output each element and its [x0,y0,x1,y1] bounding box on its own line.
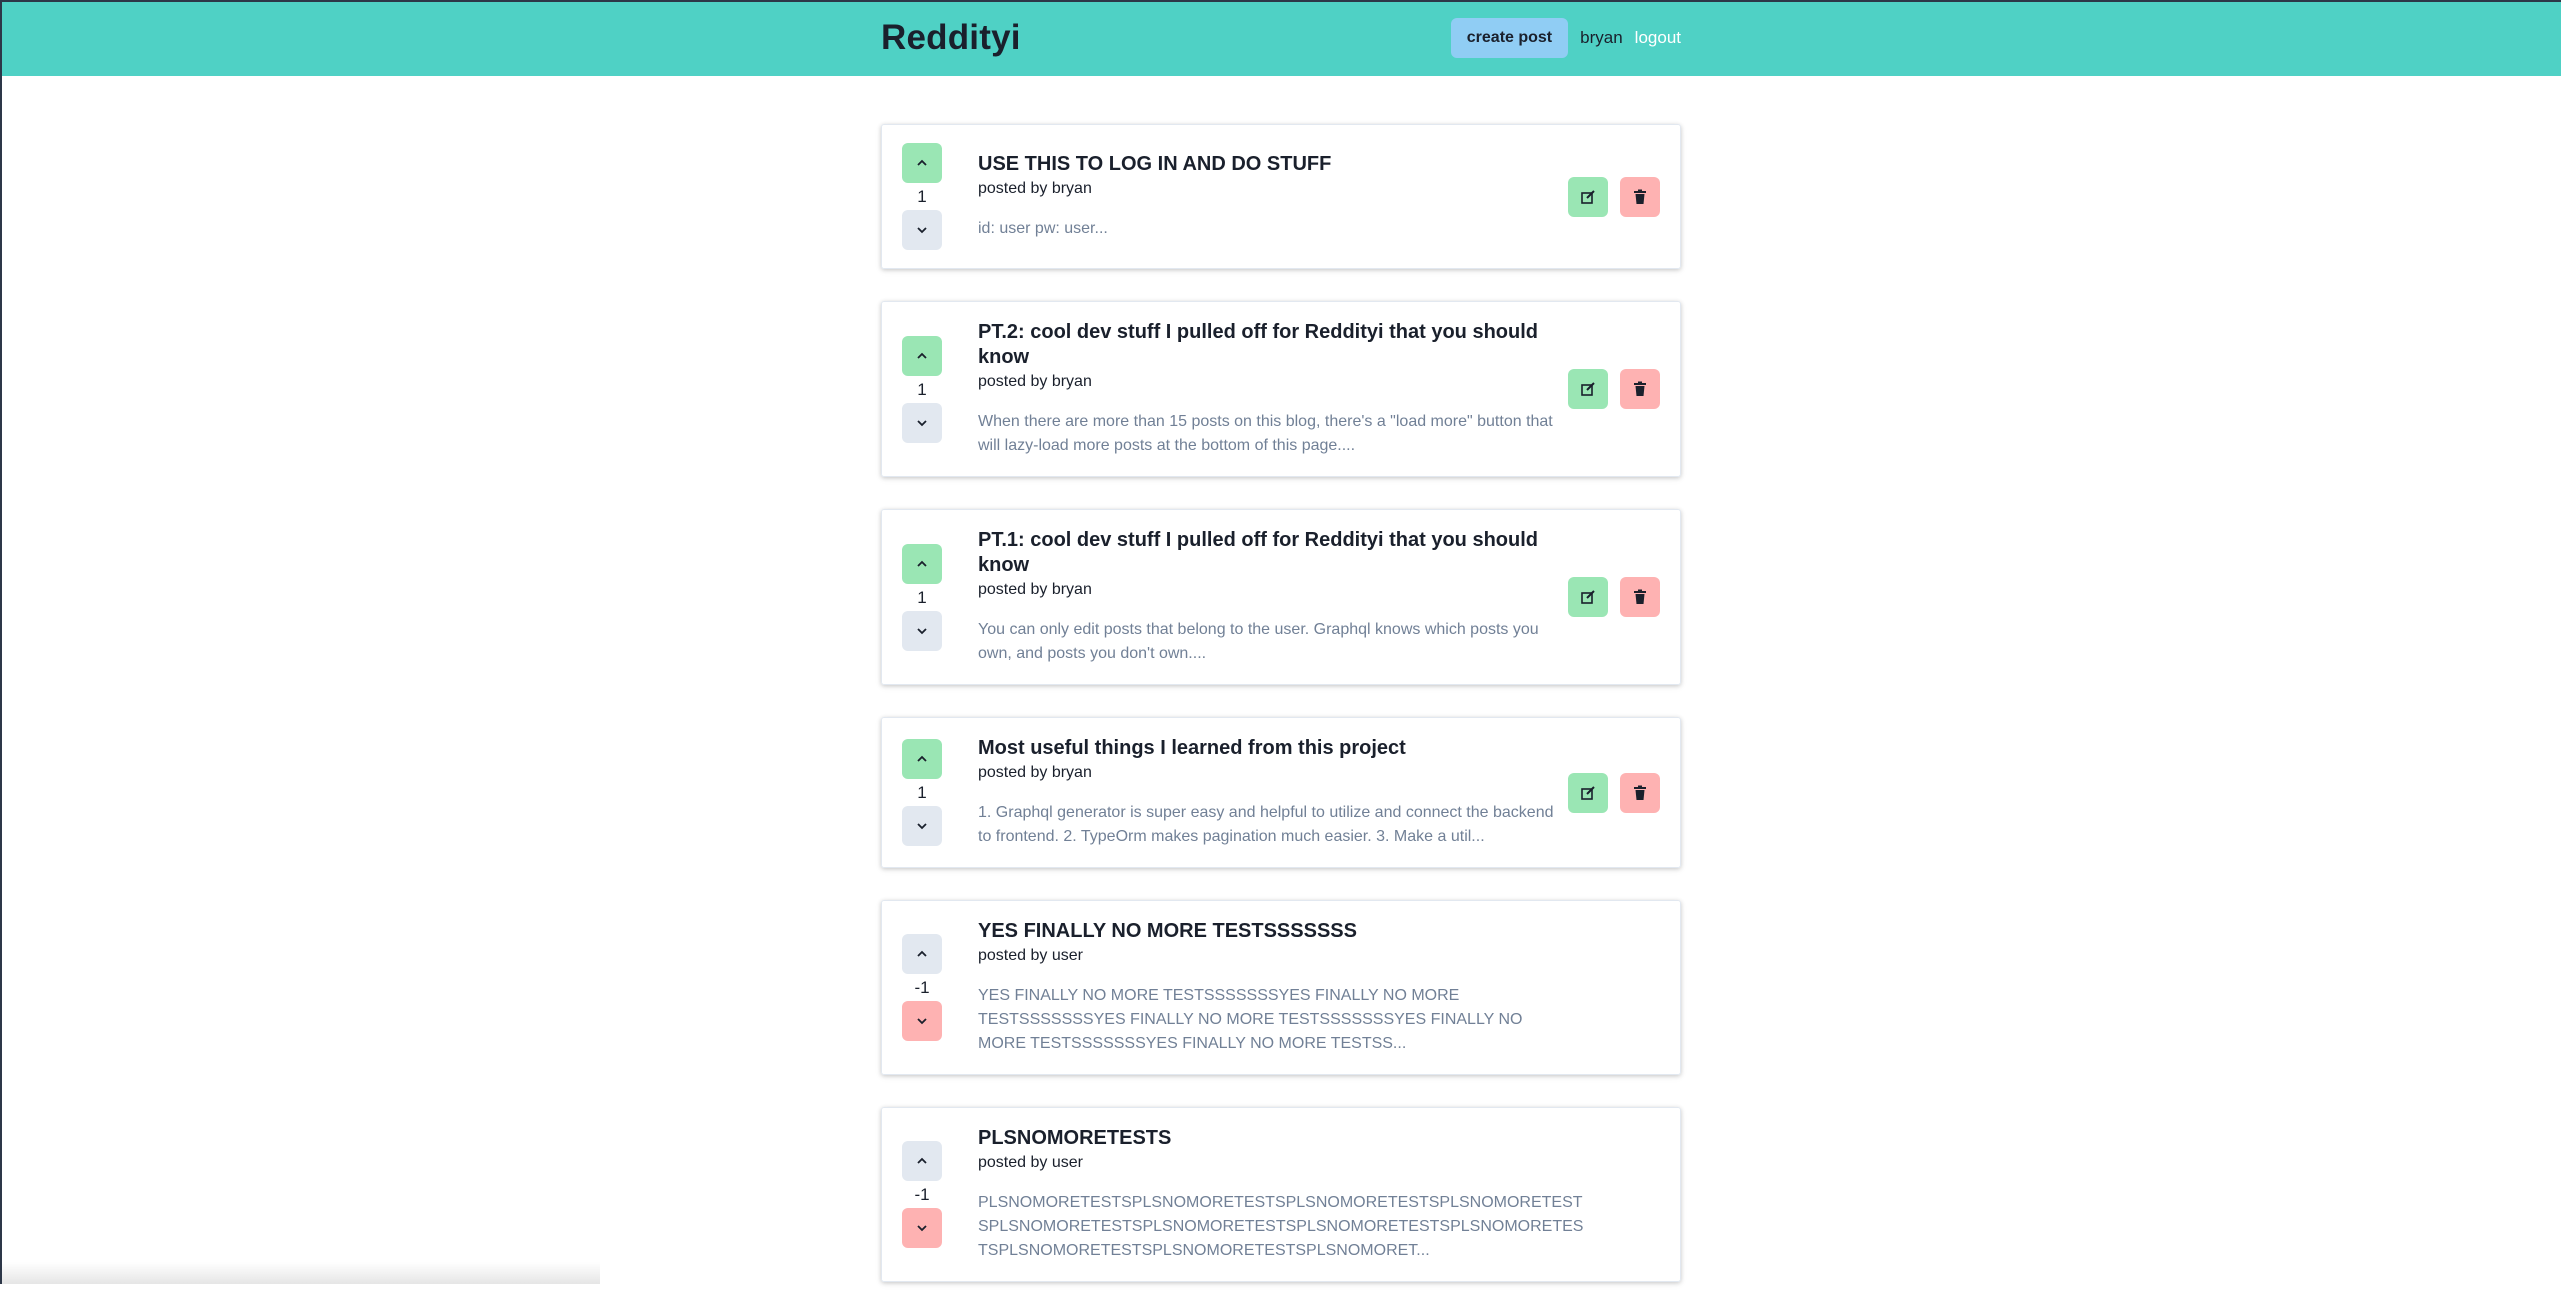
chevron-down-icon [917,823,927,830]
edit-icon [1581,189,1595,204]
post-author: posted by bryan [978,373,1092,390]
post-author: posted by user [978,947,1083,964]
upvote-button[interactable] [902,934,942,974]
delete-post-button[interactable] [1620,176,1660,217]
upvote-button[interactable] [902,335,942,376]
upvote-button[interactable] [902,1141,942,1181]
chevron-down-icon [917,627,927,634]
vote-section: 1 [902,143,942,250]
post-title[interactable]: YES FINALLY NO MORE TESTSSSSSSS [978,919,1660,944]
vote-section: 1 [902,739,942,846]
downvote-button[interactable] [902,210,942,250]
post-actions [1568,772,1660,813]
chevron-down-icon [917,1225,927,1232]
post-card: 1 Most useful things I learned from this… [881,717,1681,868]
chevron-down-icon [917,1018,927,1025]
post-snippet: When there are more than 15 posts on thi… [978,413,1553,454]
edit-post-button[interactable] [1568,577,1608,617]
post-snippet: id: user pw: user... [978,220,1108,237]
post-title[interactable]: Most useful things I learned from this p… [978,736,1558,761]
vote-count: 1 [917,379,927,399]
navbar-actions: create post bryan logout [1450,18,1681,58]
post-author: posted by bryan [978,581,1092,598]
trash-icon [1634,589,1646,604]
chevron-up-icon [917,755,927,762]
trash-icon [1634,785,1646,800]
vote-section: -1 [902,934,942,1041]
vote-count: 1 [917,587,927,607]
post-snippet: YES FINALLY NO MORE TESTSSSSSSSYES FINAL… [978,987,1523,1052]
chevron-up-icon [917,159,927,166]
post-author: posted by bryan [978,764,1092,781]
delete-post-button[interactable] [1620,577,1660,617]
vote-section: 1 [902,335,942,443]
post-card: -1 PLSNOMORETESTS posted by user PLSNOMO… [881,1107,1681,1282]
downvote-button[interactable] [902,1208,942,1248]
vote-count: -1 [914,1185,930,1204]
upvote-button[interactable] [902,143,942,183]
post-title[interactable]: PLSNOMORETESTS [978,1126,1660,1151]
post-snippet: 1. Graphql generator is super easy and h… [978,804,1554,845]
create-post-button[interactable]: create post [1450,18,1569,58]
chevron-down-icon [917,419,927,426]
post-card: -1 YES FINALLY NO MORE TESTSSSSSSS poste… [881,900,1681,1075]
post-content: PT.1: cool dev stuff I pulled off for Re… [978,528,1558,666]
downvote-button[interactable] [902,402,942,443]
upvote-button[interactable] [902,739,942,779]
post-actions [1568,176,1660,217]
chevron-up-icon [917,560,927,567]
post-feed: 1 USE THIS TO LOG IN AND DO STUFF posted… [881,124,1681,1314]
navbar: Reddityi create post bryan logout [0,0,2561,76]
post-title[interactable]: USE THIS TO LOG IN AND DO STUFF [978,152,1558,177]
delete-post-button[interactable] [1620,772,1660,813]
navbar-inner: Reddityi create post bryan logout [881,0,1681,76]
username-label: bryan [1580,28,1623,47]
downvote-button[interactable] [902,1001,942,1041]
post-content: PT.2: cool dev stuff I pulled off for Re… [978,320,1558,458]
bottom-shadow [0,1262,600,1284]
post-snippet: You can only edit posts that belong to t… [978,621,1539,662]
downvote-button[interactable] [902,806,942,846]
post-snippet: PLSNOMORETESTSPLSNOMORETESTSPLSNOMORETES… [978,1194,1584,1259]
edit-icon [1581,785,1595,800]
edit-post-button[interactable] [1568,176,1608,217]
post-author: posted by user [978,1154,1083,1171]
post-title[interactable]: PT.2: cool dev stuff I pulled off for Re… [978,320,1558,370]
vote-count: 1 [917,187,927,206]
vote-section: 1 [902,543,942,651]
post-content: USE THIS TO LOG IN AND DO STUFF posted b… [978,152,1558,241]
post-card: 1 PT.2: cool dev stuff I pulled off for … [881,301,1681,477]
post-content: YES FINALLY NO MORE TESTSSSSSSS posted b… [978,919,1660,1056]
brand-logo[interactable]: Reddityi [881,18,1021,58]
upvote-button[interactable] [902,543,942,584]
post-actions [1568,577,1660,617]
logout-link[interactable]: logout [1635,28,1681,48]
post-content: Most useful things I learned from this p… [978,736,1558,849]
vote-count: 1 [917,783,927,802]
edit-icon [1581,382,1595,396]
post-card: 1 USE THIS TO LOG IN AND DO STUFF posted… [881,124,1681,269]
chevron-up-icon [917,950,927,957]
chevron-up-icon [917,352,927,359]
vote-count: -1 [914,978,930,997]
trash-icon [1634,381,1646,396]
downvote-button[interactable] [902,610,942,651]
post-card: 1 PT.1: cool dev stuff I pulled off for … [881,509,1681,685]
edit-post-button[interactable] [1568,772,1608,813]
post-title[interactable]: PT.1: cool dev stuff I pulled off for Re… [978,528,1558,578]
chevron-up-icon [917,1157,927,1164]
delete-post-button[interactable] [1620,369,1660,409]
post-author: posted by bryan [978,180,1092,197]
post-content: PLSNOMORETESTS posted by user PLSNOMORET… [978,1126,1660,1263]
chevron-down-icon [917,227,927,234]
edit-post-button[interactable] [1568,369,1608,409]
post-actions [1568,369,1660,409]
trash-icon [1634,189,1646,204]
vote-section: -1 [902,1141,942,1248]
edit-icon [1581,590,1595,604]
